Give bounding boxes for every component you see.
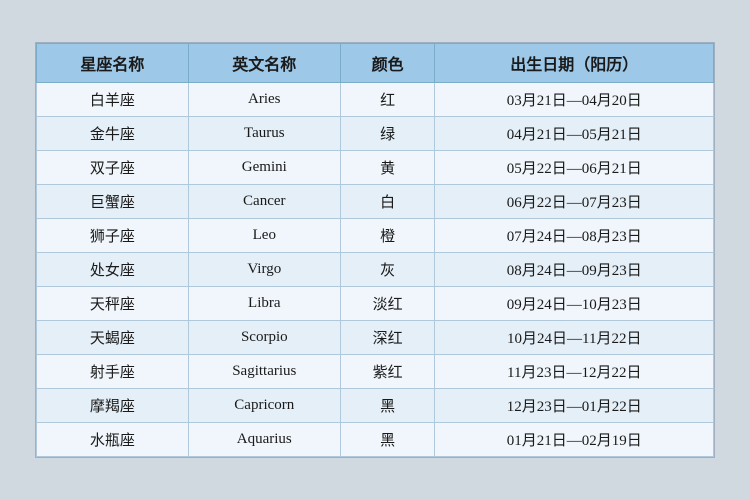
table-row: 水瓶座Aquarius黑01月21日—02月19日 [37, 423, 714, 457]
cell-date: 01月21日—02月19日 [435, 423, 714, 457]
cell-date: 06月22日—07月23日 [435, 185, 714, 219]
table-row: 天蝎座Scorpio深红10月24日—11月22日 [37, 321, 714, 355]
table-row: 处女座Virgo灰08月24日—09月23日 [37, 253, 714, 287]
cell-color: 黑 [340, 423, 435, 457]
cell-en-name: Sagittarius [188, 355, 340, 389]
header-zh-name: 星座名称 [37, 44, 189, 83]
cell-date: 05月22日—06月21日 [435, 151, 714, 185]
cell-date: 09月24日—10月23日 [435, 287, 714, 321]
cell-date: 11月23日—12月22日 [435, 355, 714, 389]
cell-en-name: Scorpio [188, 321, 340, 355]
cell-date: 10月24日—11月22日 [435, 321, 714, 355]
cell-zh-name: 金牛座 [37, 117, 189, 151]
cell-zh-name: 巨蟹座 [37, 185, 189, 219]
cell-color: 紫红 [340, 355, 435, 389]
table-row: 巨蟹座Cancer白06月22日—07月23日 [37, 185, 714, 219]
cell-color: 黑 [340, 389, 435, 423]
cell-zh-name: 狮子座 [37, 219, 189, 253]
cell-zh-name: 天秤座 [37, 287, 189, 321]
cell-color: 灰 [340, 253, 435, 287]
cell-color: 橙 [340, 219, 435, 253]
cell-zh-name: 射手座 [37, 355, 189, 389]
cell-en-name: Aries [188, 83, 340, 117]
table-header-row: 星座名称 英文名称 颜色 出生日期（阳历） [37, 44, 714, 83]
zodiac-table: 星座名称 英文名称 颜色 出生日期（阳历） 白羊座Aries红03月21日—04… [36, 43, 714, 457]
cell-date: 07月24日—08月23日 [435, 219, 714, 253]
cell-en-name: Leo [188, 219, 340, 253]
table-row: 天秤座Libra淡红09月24日—10月23日 [37, 287, 714, 321]
zodiac-table-container: 星座名称 英文名称 颜色 出生日期（阳历） 白羊座Aries红03月21日—04… [35, 42, 715, 458]
cell-en-name: Libra [188, 287, 340, 321]
header-en-name: 英文名称 [188, 44, 340, 83]
table-row: 白羊座Aries红03月21日—04月20日 [37, 83, 714, 117]
table-row: 金牛座Taurus绿04月21日—05月21日 [37, 117, 714, 151]
cell-color: 深红 [340, 321, 435, 355]
cell-zh-name: 白羊座 [37, 83, 189, 117]
cell-en-name: Cancer [188, 185, 340, 219]
cell-color: 淡红 [340, 287, 435, 321]
header-date: 出生日期（阳历） [435, 44, 714, 83]
cell-color: 红 [340, 83, 435, 117]
table-row: 射手座Sagittarius紫红11月23日—12月22日 [37, 355, 714, 389]
cell-date: 04月21日—05月21日 [435, 117, 714, 151]
cell-date: 12月23日—01月22日 [435, 389, 714, 423]
cell-zh-name: 双子座 [37, 151, 189, 185]
cell-en-name: Capricorn [188, 389, 340, 423]
cell-zh-name: 摩羯座 [37, 389, 189, 423]
cell-zh-name: 处女座 [37, 253, 189, 287]
cell-en-name: Aquarius [188, 423, 340, 457]
table-row: 狮子座Leo橙07月24日—08月23日 [37, 219, 714, 253]
cell-date: 08月24日—09月23日 [435, 253, 714, 287]
cell-color: 绿 [340, 117, 435, 151]
cell-color: 黄 [340, 151, 435, 185]
cell-en-name: Gemini [188, 151, 340, 185]
cell-zh-name: 水瓶座 [37, 423, 189, 457]
header-color: 颜色 [340, 44, 435, 83]
table-body: 白羊座Aries红03月21日—04月20日金牛座Taurus绿04月21日—0… [37, 83, 714, 457]
cell-en-name: Taurus [188, 117, 340, 151]
cell-en-name: Virgo [188, 253, 340, 287]
cell-color: 白 [340, 185, 435, 219]
table-row: 摩羯座Capricorn黑12月23日—01月22日 [37, 389, 714, 423]
table-row: 双子座Gemini黄05月22日—06月21日 [37, 151, 714, 185]
cell-zh-name: 天蝎座 [37, 321, 189, 355]
cell-date: 03月21日—04月20日 [435, 83, 714, 117]
